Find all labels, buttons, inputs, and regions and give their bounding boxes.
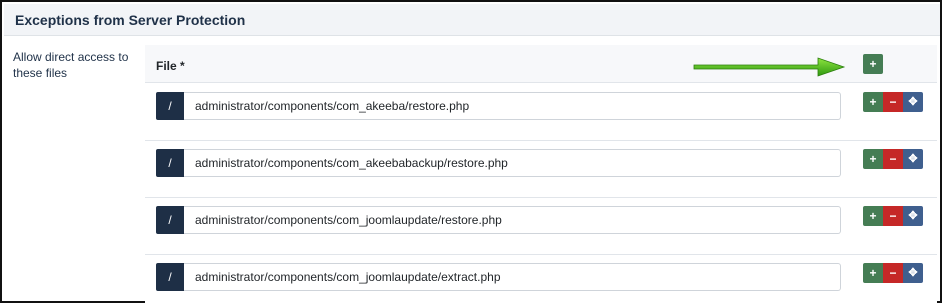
remove-row-button[interactable]: − — [883, 206, 903, 226]
panel-title: Exceptions from Server Protection — [15, 12, 246, 28]
panel-header: Exceptions from Server Protection — [4, 4, 940, 36]
file-path-input[interactable]: administrator/components/com_joomlaupdat… — [184, 263, 841, 291]
move-row-icon[interactable]: ✥ — [903, 206, 923, 226]
move-row-icon[interactable]: ✥ — [903, 92, 923, 112]
field-label: Allow direct access to these files — [13, 50, 129, 80]
row-actions: + − ✥ — [863, 206, 923, 226]
add-row-after-button[interactable]: + — [863, 206, 883, 226]
file-row: / administrator/components/com_joomlaupd… — [145, 255, 937, 301]
file-row: / administrator/components/com_akeeba/re… — [145, 84, 937, 141]
remove-row-button[interactable]: − — [883, 263, 903, 283]
path-prefix: / — [156, 149, 184, 177]
remove-row-button[interactable]: − — [883, 92, 903, 112]
file-row: / administrator/components/com_akeebabac… — [145, 141, 937, 198]
row-actions: + − ✥ — [863, 92, 923, 112]
remove-row-button[interactable]: − — [883, 149, 903, 169]
path-prefix: / — [156, 263, 184, 291]
file-row: / administrator/components/com_joomlaupd… — [145, 198, 937, 255]
row-actions: + − ✥ — [863, 149, 923, 169]
path-prefix: / — [156, 206, 184, 234]
path-prefix: / — [156, 92, 184, 120]
move-row-icon[interactable]: ✥ — [903, 263, 923, 283]
column-label-file: File * — [156, 59, 185, 73]
add-row-after-button[interactable]: + — [863, 92, 883, 112]
add-row-after-button[interactable]: + — [863, 263, 883, 283]
move-row-icon[interactable]: ✥ — [903, 149, 923, 169]
add-row-after-button[interactable]: + — [863, 149, 883, 169]
annotation-arrow-icon — [693, 57, 846, 77]
file-path-input[interactable]: administrator/components/com_akeeba/rest… — [184, 92, 841, 120]
file-path-input[interactable]: administrator/components/com_akeebabacku… — [184, 149, 841, 177]
row-actions: + − ✥ — [863, 263, 923, 283]
add-row-button[interactable]: + — [863, 54, 883, 74]
file-path-input[interactable]: administrator/components/com_joomlaupdat… — [184, 206, 841, 234]
